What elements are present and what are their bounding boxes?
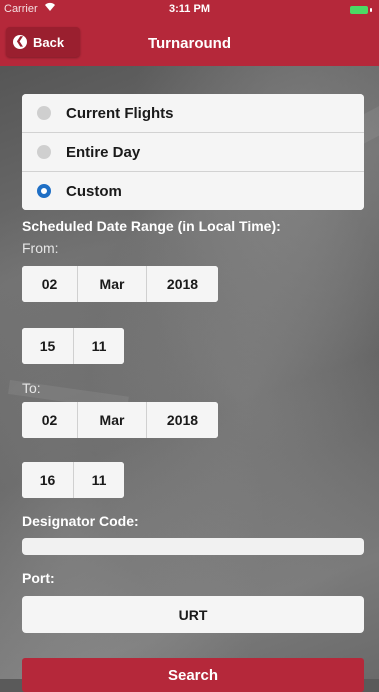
to-date-picker: 02 Mar 2018 [22, 402, 218, 438]
to-hour-field[interactable]: 16 [22, 462, 74, 498]
from-time-picker: 15 11 [22, 328, 124, 364]
from-minute-field[interactable]: 11 [74, 328, 124, 364]
port-select[interactable]: URT [22, 596, 364, 633]
to-year-field[interactable]: 2018 [147, 402, 218, 438]
radio-unselected-icon [37, 145, 51, 159]
radio-unselected-icon [37, 106, 51, 120]
search-button[interactable]: Search [22, 658, 364, 692]
filter-radio-group: Current Flights Entire Day Custom [22, 94, 364, 210]
navigation-bar: ❮ Back Turnaround [0, 20, 379, 66]
battery-icon [350, 6, 368, 14]
to-day-field[interactable]: 02 [22, 402, 78, 438]
port-label: Port: [22, 570, 55, 586]
radio-option-entire-day[interactable]: Entire Day [22, 133, 364, 172]
radio-option-label: Current Flights [66, 104, 174, 122]
status-bar: Carrier 3:11 PM [0, 0, 379, 20]
from-date-picker: 02 Mar 2018 [22, 266, 218, 302]
from-day-field[interactable]: 02 [22, 266, 78, 302]
designator-code-input[interactable] [22, 538, 364, 555]
from-label: From: [22, 240, 59, 256]
to-time-picker: 16 11 [22, 462, 124, 498]
radio-option-label: Entire Day [66, 143, 141, 161]
to-minute-field[interactable]: 11 [74, 462, 124, 498]
page-title: Turnaround [147, 35, 232, 52]
battery-tip [370, 8, 372, 12]
radio-option-current-flights[interactable]: Current Flights [22, 94, 364, 133]
to-month-field[interactable]: Mar [78, 402, 147, 438]
from-hour-field[interactable]: 15 [22, 328, 74, 364]
date-range-heading: Scheduled Date Range (in Local Time): [22, 218, 281, 234]
radio-option-label: Custom [66, 182, 122, 200]
to-label: To: [22, 380, 41, 396]
from-year-field[interactable]: 2018 [147, 266, 218, 302]
from-month-field[interactable]: Mar [78, 266, 147, 302]
radio-selected-icon [37, 184, 51, 198]
radio-option-custom[interactable]: Custom [22, 172, 364, 210]
designator-label: Designator Code: [22, 513, 139, 529]
status-time: 3:11 PM [169, 3, 210, 15]
